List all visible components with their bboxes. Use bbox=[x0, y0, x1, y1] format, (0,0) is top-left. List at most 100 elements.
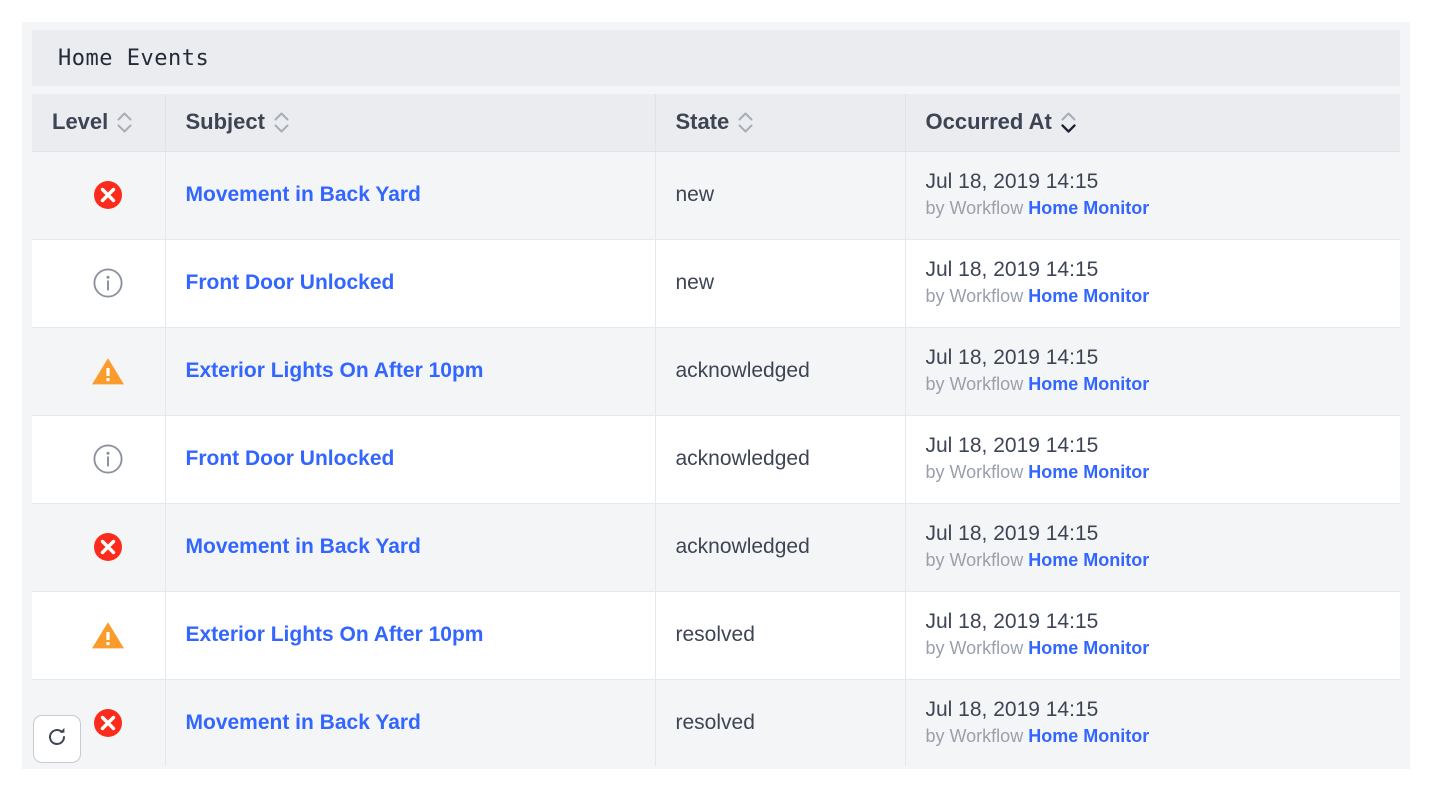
occurred-at-timestamp: Jul 18, 2019 14:15 bbox=[925, 610, 1099, 634]
occurred-at-timestamp: Jul 18, 2019 14:15 bbox=[925, 170, 1099, 194]
error-circle-icon bbox=[92, 179, 124, 211]
refresh-button[interactable] bbox=[33, 715, 81, 763]
error-circle-icon bbox=[92, 531, 124, 563]
occurred-at-source: by Workflow Home Monitor bbox=[926, 460, 1401, 484]
cell-subject: Movement in Back Yard bbox=[165, 151, 656, 240]
card-title-bar: Home Events bbox=[32, 30, 1400, 86]
screenshot-root: Home Events Level Subject State Occurred… bbox=[0, 0, 1432, 802]
cell-occurred-at: Jul 18, 2019 14:15 by Workflow Home Monit… bbox=[905, 679, 1400, 766]
sort-both-icon[interactable] bbox=[738, 112, 753, 133]
by-workflow-label: by Workflow bbox=[925, 374, 1024, 395]
table-row[interactable]: Movement in Back Yard new Jul 18, 2019 14:… bbox=[32, 151, 1401, 240]
error-circle-icon bbox=[92, 707, 124, 739]
state-value: acknowledged bbox=[675, 447, 810, 470]
by-workflow-label: by Workflow bbox=[925, 198, 1024, 219]
by-workflow-label: by Workflow bbox=[925, 550, 1024, 571]
column-header-label: Level bbox=[52, 109, 109, 135]
subject-link[interactable]: Movement in Back Yard bbox=[186, 183, 421, 206]
cell-subject: Movement in Back Yard bbox=[165, 503, 656, 592]
table-row[interactable]: Movement in Back Yard resolved Jul 18, 201… bbox=[32, 679, 1400, 766]
by-workflow-label: by Workflow bbox=[925, 726, 1024, 747]
cell-subject: Movement in Back Yard bbox=[165, 679, 656, 766]
cell-occurred-at: Jul 18, 2019 14:15 by Workflow Home Monit… bbox=[905, 151, 1401, 240]
column-header-label: Occurred At bbox=[925, 109, 1052, 135]
state-value: resolved bbox=[675, 623, 755, 646]
cell-state: acknowledged bbox=[655, 503, 906, 592]
cell-occurred-at: Jul 18, 2019 14:15 by Workflow Home Monit… bbox=[905, 415, 1401, 504]
events-table: Level Subject State Occurred At Movement… bbox=[32, 94, 1400, 766]
events-table-scroll: Level Subject State Occurred At Movement… bbox=[32, 94, 1400, 766]
subject-link[interactable]: Exterior Lights On After 10pm bbox=[186, 359, 484, 382]
table-body: Movement in Back Yard new Jul 18, 2019 14:… bbox=[32, 151, 1400, 766]
subject-link[interactable]: Front Door Unlocked bbox=[186, 447, 395, 470]
column-header-label: Subject bbox=[185, 109, 265, 135]
occurred-at-source: by Workflow Home Monitor bbox=[926, 196, 1401, 220]
by-workflow-label: by Workflow bbox=[925, 638, 1024, 659]
cell-state: resolved bbox=[655, 679, 906, 766]
cell-level bbox=[32, 415, 166, 504]
table-row[interactable]: Movement in Back Yard acknowledged Jul 18,… bbox=[32, 503, 1401, 592]
sort-descending-icon[interactable] bbox=[1061, 112, 1076, 133]
warning-triangle-icon bbox=[91, 620, 125, 651]
cell-subject: Exterior Lights On After 10pm bbox=[165, 591, 656, 680]
workflow-link[interactable]: Home Monitor bbox=[1028, 286, 1149, 306]
sort-both-icon[interactable] bbox=[274, 112, 289, 133]
workflow-link[interactable]: Home Monitor bbox=[1028, 550, 1149, 570]
by-workflow-label: by Workflow bbox=[925, 462, 1024, 483]
cell-state: resolved bbox=[655, 591, 906, 680]
occurred-at-source: by Workflow Home Monitor bbox=[926, 724, 1401, 748]
warning-triangle-icon bbox=[91, 356, 125, 387]
table-header: Level Subject State Occurred At bbox=[32, 94, 1400, 152]
workflow-link[interactable]: Home Monitor bbox=[1028, 638, 1149, 658]
refresh-icon bbox=[45, 725, 69, 754]
cell-state: acknowledged bbox=[655, 415, 906, 504]
occurred-at-source: by Workflow Home Monitor bbox=[926, 636, 1401, 660]
table-row[interactable]: Front Door Unlocked acknowledged Jul 18, 2… bbox=[32, 415, 1401, 504]
cell-occurred-at: Jul 18, 2019 14:15 by Workflow Home Monit… bbox=[905, 239, 1401, 328]
subject-link[interactable]: Movement in Back Yard bbox=[186, 535, 421, 558]
table-row[interactable]: Exterior Lights On After 10pm resolved Jul… bbox=[32, 591, 1401, 680]
cell-state: new bbox=[655, 239, 906, 328]
occurred-at-timestamp: Jul 18, 2019 14:15 bbox=[925, 698, 1099, 722]
sort-both-icon[interactable] bbox=[117, 112, 132, 133]
cell-level bbox=[32, 327, 166, 416]
column-header-occurred-at[interactable]: Occurred At bbox=[905, 94, 1400, 152]
subject-link[interactable]: Exterior Lights On After 10pm bbox=[186, 623, 484, 646]
page-title: Home Events bbox=[58, 45, 210, 71]
cell-level bbox=[32, 151, 166, 240]
table-header-row: Level Subject State Occurred At bbox=[32, 94, 1400, 152]
table-row[interactable]: Exterior Lights On After 10pm acknowledge… bbox=[32, 327, 1401, 416]
state-value: acknowledged bbox=[675, 359, 810, 382]
occurred-at-source: by Workflow Home Monitor bbox=[926, 284, 1401, 308]
state-value: resolved bbox=[675, 711, 755, 734]
cell-state: new bbox=[655, 151, 906, 240]
occurred-at-source: by Workflow Home Monitor bbox=[926, 548, 1401, 572]
column-header-state[interactable]: State bbox=[655, 94, 906, 152]
occurred-at-timestamp: Jul 18, 2019 14:15 bbox=[925, 258, 1099, 282]
by-workflow-label: by Workflow bbox=[925, 286, 1024, 307]
cell-level bbox=[32, 591, 166, 680]
workflow-link[interactable]: Home Monitor bbox=[1028, 462, 1149, 482]
column-header-level[interactable]: Level bbox=[32, 94, 166, 152]
workflow-link[interactable]: Home Monitor bbox=[1028, 374, 1149, 394]
column-header-label: State bbox=[675, 109, 730, 135]
workflow-link[interactable]: Home Monitor bbox=[1028, 726, 1149, 746]
subject-link[interactable]: Movement in Back Yard bbox=[186, 711, 421, 734]
state-value: new bbox=[675, 183, 715, 206]
info-circle-icon bbox=[91, 442, 125, 476]
column-header-subject[interactable]: Subject bbox=[165, 94, 656, 152]
cell-level bbox=[32, 503, 166, 592]
occurred-at-source: by Workflow Home Monitor bbox=[926, 372, 1401, 396]
occurred-at-timestamp: Jul 18, 2019 14:15 bbox=[925, 346, 1099, 370]
cell-level bbox=[32, 239, 166, 328]
events-card: Home Events Level Subject State Occurred… bbox=[22, 22, 1410, 769]
subject-link[interactable]: Front Door Unlocked bbox=[186, 271, 395, 294]
workflow-link[interactable]: Home Monitor bbox=[1028, 198, 1149, 218]
occurred-at-timestamp: Jul 18, 2019 14:15 bbox=[925, 522, 1099, 546]
state-value: acknowledged bbox=[675, 535, 810, 558]
table-row[interactable]: Front Door Unlocked new Jul 18, 2019 14:15… bbox=[32, 239, 1401, 328]
info-circle-icon bbox=[91, 266, 125, 300]
cell-occurred-at: Jul 18, 2019 14:15 by Workflow Home Monit… bbox=[905, 327, 1401, 416]
cell-occurred-at: Jul 18, 2019 14:15 by Workflow Home Monit… bbox=[905, 591, 1401, 680]
occurred-at-timestamp: Jul 18, 2019 14:15 bbox=[925, 434, 1099, 458]
